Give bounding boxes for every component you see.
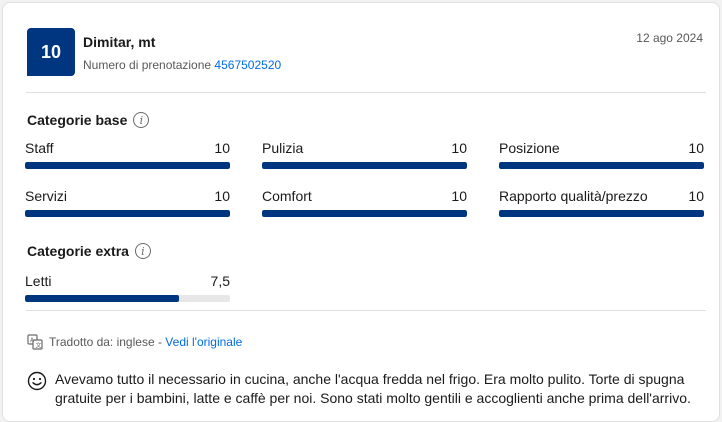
metric-label: Letti [25, 273, 52, 289]
progress-fill [25, 295, 179, 302]
view-original-link[interactable]: Vedi l'originale [165, 335, 242, 349]
base-categories-title: Categorie base i [27, 112, 150, 128]
smile-icon [27, 371, 47, 391]
metric-comfort: Comfort 10 [262, 188, 467, 217]
metric-pulizia: Pulizia 10 [262, 140, 467, 169]
progress-bar [25, 162, 230, 169]
metric-value: 10 [214, 188, 230, 204]
metric-label: Staff [25, 140, 54, 156]
metric-value: 10 [451, 140, 467, 156]
metric-label: Posizione [499, 140, 560, 156]
metric-value: 7,5 [210, 273, 230, 289]
review-text: Avevamo tutto il necessario in cucina, a… [55, 371, 691, 406]
progress-bar [499, 210, 704, 217]
progress-bar [262, 210, 467, 217]
review-card: 10 Dimitar, mt Numero di prenotazione 45… [2, 2, 720, 422]
score-badge: 10 [27, 28, 75, 76]
translation-note: A 文 Tradotto da: inglese - Vedi l'origin… [27, 334, 242, 350]
progress-fill [499, 162, 704, 169]
progress-fill [262, 210, 467, 217]
progress-bar [499, 162, 704, 169]
extra-categories-title: Categorie extra i [27, 243, 151, 259]
progress-fill [499, 210, 704, 217]
metric-label: Servizi [25, 188, 68, 204]
info-icon[interactable]: i [134, 243, 151, 259]
extra-categories-label: Categorie extra [27, 243, 129, 259]
progress-bar [25, 295, 230, 302]
metric-label: Rapporto qualità/prezzo [499, 188, 648, 204]
metric-posizione: Posizione 10 [499, 140, 704, 169]
svg-text:文: 文 [36, 342, 42, 350]
progress-fill [262, 162, 467, 169]
booking-label: Numero di prenotazione [83, 58, 212, 72]
translation-prefix: Tradotto da: inglese - [49, 335, 166, 349]
metric-value: 10 [214, 140, 230, 156]
metric-label: Pulizia [262, 140, 304, 156]
divider [26, 310, 706, 311]
metric-servizi: Servizi 10 [25, 188, 230, 217]
metric-value: 10 [688, 140, 704, 156]
base-categories-label: Categorie base [27, 112, 128, 128]
progress-bar [262, 162, 467, 169]
metric-rapporto-qualita-prezzo: Rapporto qualità/prezzo 10 [499, 188, 704, 217]
review-date: 12 ago 2024 [636, 31, 703, 45]
score-value: 10 [40, 41, 62, 62]
booking-info: Numero di prenotazione 4567502520 [83, 58, 281, 72]
reviewer-name: Dimitar, mt [83, 34, 156, 50]
info-icon[interactable]: i [133, 112, 150, 128]
translate-icon: A 文 [27, 334, 43, 350]
review-positive: Avevamo tutto il necessario in cucina, a… [27, 370, 707, 408]
progress-fill [25, 210, 230, 217]
metric-label: Comfort [262, 188, 312, 204]
metric-letti: Letti 7,5 [25, 273, 230, 302]
metric-value: 10 [688, 188, 704, 204]
progress-fill [25, 162, 230, 169]
divider [26, 92, 706, 93]
metric-staff: Staff 10 [25, 140, 230, 169]
metric-value: 10 [451, 188, 467, 204]
booking-number-link[interactable]: 4567502520 [214, 58, 281, 72]
progress-bar [25, 210, 230, 217]
